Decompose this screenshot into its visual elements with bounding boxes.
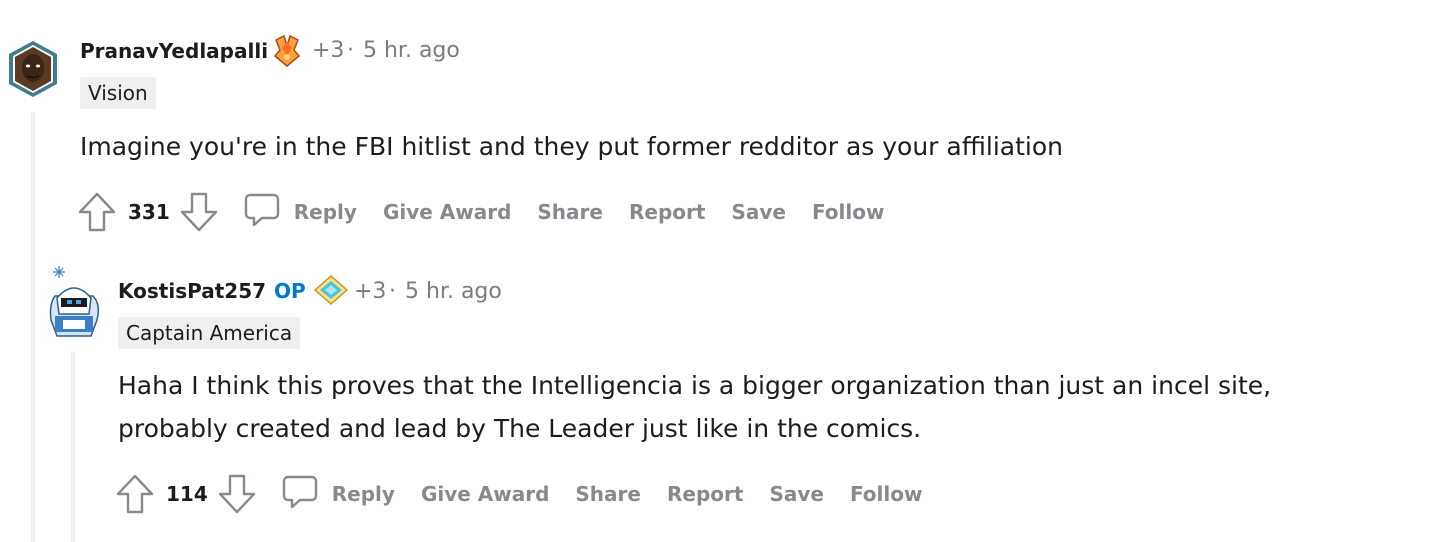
comment-bubble-icon <box>244 192 294 233</box>
give-award-button[interactable]: Give Award <box>421 482 549 506</box>
upvote-icon[interactable] <box>116 474 154 514</box>
user-flair: Vision <box>80 77 156 109</box>
award-count: +3 <box>354 279 387 304</box>
comment-body-text: Imagine you're in the FBI hitlist and th… <box>80 132 1063 161</box>
vote-score: 331 <box>128 200 170 224</box>
comment-actions: 331 Reply Give Award Share Report Save F… <box>78 190 910 234</box>
downvote-icon[interactable] <box>180 192 218 232</box>
op-badge: OP <box>274 279 306 303</box>
vote-controls: 114 <box>116 474 256 514</box>
downvote-icon[interactable] <box>218 474 256 514</box>
comment-body: Haha I think this proves that the Intell… <box>118 364 1418 450</box>
meta-separator: · <box>347 38 354 63</box>
report-button[interactable]: Report <box>667 482 743 506</box>
comment-body-line: probably created and lead by The Leader … <box>118 414 922 443</box>
award-icon[interactable] <box>272 34 302 72</box>
upvote-icon[interactable] <box>78 192 116 232</box>
comment-actions: 114 Reply Give Award Share Report Save F… <box>116 472 948 516</box>
thread-line-2[interactable] <box>71 352 75 542</box>
save-button[interactable]: Save <box>731 200 786 224</box>
username[interactable]: KostisPat257 <box>118 279 266 303</box>
comment-bubble-icon <box>282 474 332 515</box>
avatar[interactable] <box>45 264 103 338</box>
timestamp[interactable]: 5 hr. ago <box>363 38 460 63</box>
save-button[interactable]: Save <box>769 482 824 506</box>
reply-button[interactable]: Reply <box>244 192 357 233</box>
award-count: +3 <box>312 38 345 63</box>
comment-body-line: Haha I think this proves that the Intell… <box>118 371 1272 400</box>
reply-label: Reply <box>331 482 395 506</box>
user-flair: Captain America <box>118 317 301 349</box>
reply-button[interactable]: Reply <box>282 474 395 515</box>
thread-line-1[interactable] <box>31 112 35 542</box>
give-award-button[interactable]: Give Award <box>383 200 511 224</box>
share-button[interactable]: Share <box>575 482 641 506</box>
comment-body: Imagine you're in the FBI hitlist and th… <box>80 125 1400 168</box>
vote-controls: 331 <box>78 192 218 232</box>
vote-score: 114 <box>166 482 208 506</box>
username[interactable]: PranavYedlapalli <box>80 39 268 63</box>
avatar[interactable] <box>7 40 59 98</box>
award-icon[interactable] <box>313 274 349 310</box>
follow-button[interactable]: Follow <box>812 200 885 224</box>
timestamp[interactable]: 5 hr. ago <box>405 279 502 304</box>
follow-button[interactable]: Follow <box>850 482 923 506</box>
share-button[interactable]: Share <box>537 200 603 224</box>
reply-label: Reply <box>293 200 357 224</box>
meta-separator: · <box>389 279 396 304</box>
report-button[interactable]: Report <box>629 200 705 224</box>
